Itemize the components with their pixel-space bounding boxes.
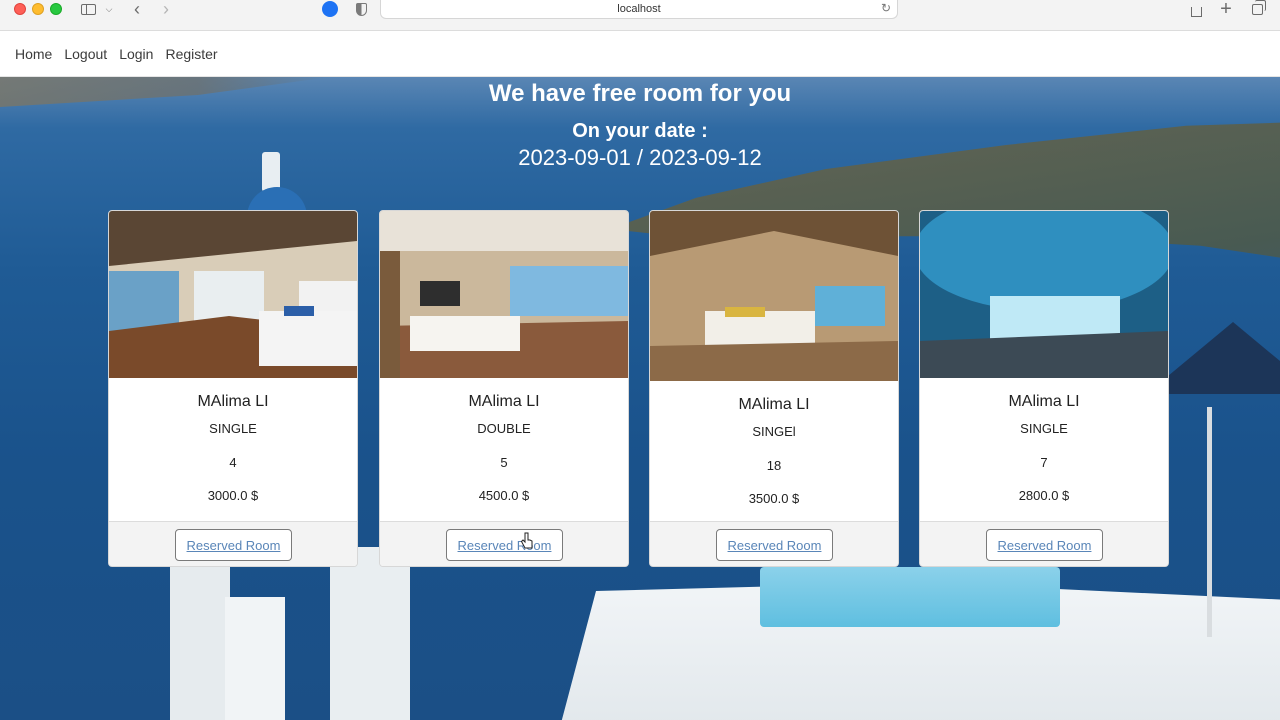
room-hotel-name: MAlima LI xyxy=(738,396,810,413)
room-price: 3000.0 $ xyxy=(207,488,259,503)
close-window-icon[interactable] xyxy=(14,3,26,15)
room-hotel-name: MAlima LI xyxy=(197,393,269,410)
room-price: 2800.0 $ xyxy=(1018,488,1070,503)
room-photo xyxy=(650,211,898,381)
card-footer: Reserved Room xyxy=(109,521,357,566)
new-tab-icon[interactable]: + xyxy=(1218,0,1234,20)
room-number: 4 xyxy=(229,455,237,470)
room-type: DOUBLE xyxy=(477,421,531,436)
share-icon[interactable] xyxy=(1188,0,1204,18)
privacy-shield-icon[interactable] xyxy=(354,0,368,18)
address-bar[interactable]: localhost ↻ xyxy=(380,0,898,19)
extension-icon[interactable] xyxy=(322,0,338,18)
room-photo xyxy=(920,211,1168,378)
tab-overview-icon[interactable] xyxy=(1248,0,1266,18)
room-photo xyxy=(380,211,628,378)
room-type: SINGEl xyxy=(752,424,796,439)
nav-register-link[interactable]: Register xyxy=(165,46,217,62)
room-card: MAlima LI DOUBLE 5 4500.0 $ Reserved Roo… xyxy=(379,210,629,567)
hero-subtitle: On your date : xyxy=(572,120,708,142)
room-number: 18 xyxy=(766,458,782,473)
reserve-room-button[interactable]: Reserved Room xyxy=(986,529,1103,561)
card-footer: Reserved Room xyxy=(920,521,1168,566)
browser-toolbar: ⌵ ‹ › localhost ↻ + xyxy=(0,0,1280,31)
room-hotel-name: MAlima LI xyxy=(1008,393,1080,410)
room-card: MAlima LI SINGLE 7 2800.0 $ Reserved Roo… xyxy=(919,210,1169,567)
room-card: MAlima LI SINGEl 18 3500.0 $ Reserved Ro… xyxy=(649,210,899,567)
pointer-cursor-icon xyxy=(520,532,533,549)
room-price: 3500.0 $ xyxy=(748,491,800,506)
room-number: 7 xyxy=(1040,455,1048,470)
nav-login-link[interactable]: Login xyxy=(119,46,153,62)
hero-title: We have free room for you xyxy=(488,80,792,107)
room-photo xyxy=(109,211,357,378)
card-footer: Reserved Room xyxy=(650,521,898,566)
back-icon[interactable]: ‹ xyxy=(130,0,144,19)
reserve-room-button[interactable]: Reserved Room xyxy=(716,529,833,561)
nav-home-link[interactable]: Home xyxy=(15,46,52,62)
room-number: 5 xyxy=(500,455,508,470)
reserve-room-button[interactable]: Reserved Room xyxy=(446,529,563,561)
room-price: 4500.0 $ xyxy=(478,488,530,503)
reserve-room-button[interactable]: Reserved Room xyxy=(175,529,292,561)
forward-icon[interactable]: › xyxy=(159,0,173,19)
nav-logout-link[interactable]: Logout xyxy=(64,46,107,62)
minimize-icon[interactable] xyxy=(32,3,44,15)
card-footer: Reserved Room xyxy=(380,521,628,566)
chevron-down-icon[interactable]: ⌵ xyxy=(104,0,114,18)
maximize-icon[interactable] xyxy=(50,3,62,15)
room-type: SINGLE xyxy=(1020,421,1068,436)
date-range: 2023-09-01 / 2023-09-12 xyxy=(518,145,762,170)
site-navbar: Home Logout Login Register xyxy=(0,31,1280,77)
room-card: MAlima LI SINGLE 4 3000.0 $ Reserved Roo… xyxy=(108,210,358,567)
room-type: SINGLE xyxy=(209,421,257,436)
room-hotel-name: MAlima LI xyxy=(468,393,540,410)
sidebar-icon[interactable] xyxy=(80,0,96,18)
reload-icon[interactable]: ↻ xyxy=(881,1,891,15)
url-text: localhost xyxy=(617,3,661,15)
